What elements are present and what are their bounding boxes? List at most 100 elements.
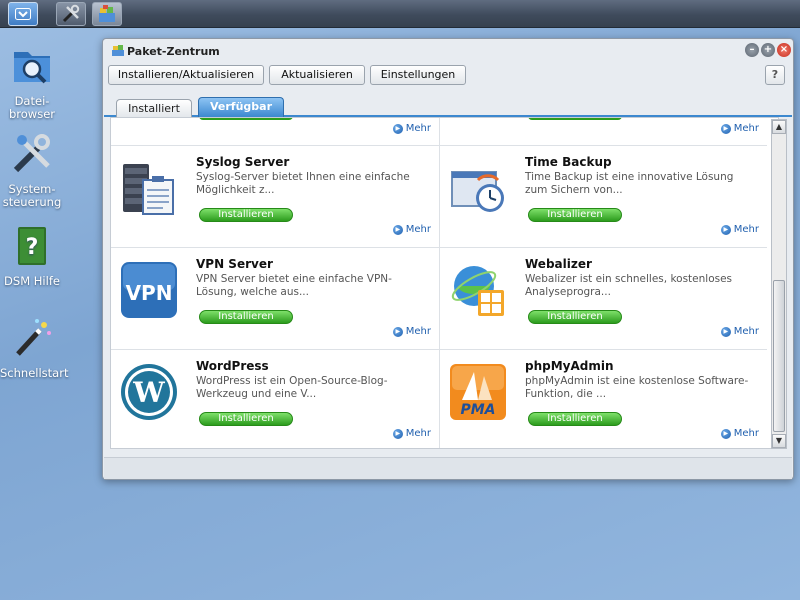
arrow-right-icon: ▶ bbox=[720, 428, 731, 439]
chevron-down-icon bbox=[15, 8, 31, 20]
more-label: Mehr bbox=[733, 326, 759, 337]
package-name: phpMyAdmin bbox=[525, 359, 614, 373]
package-description: VPN Server bietet eine einfache VPN-Lösu… bbox=[196, 273, 392, 298]
vertical-scrollbar[interactable]: ▲ ▼ bbox=[771, 119, 787, 449]
close-button[interactable]: × bbox=[777, 43, 791, 57]
vpn-server-icon: VPN bbox=[121, 262, 177, 318]
main-menu-button[interactable] bbox=[8, 2, 38, 26]
desktop-icon-file-browser[interactable]: Datei- browser bbox=[0, 44, 64, 121]
tools-icon bbox=[13, 134, 50, 173]
help-button[interactable]: ? bbox=[765, 65, 785, 85]
more-link[interactable]: ▶ Mehr bbox=[720, 224, 759, 235]
tab-bar: Installiert Verfügbar bbox=[104, 95, 792, 117]
package-name: WordPress bbox=[196, 359, 269, 373]
update-button[interactable]: Aktualisieren bbox=[269, 65, 365, 85]
tools-icon bbox=[62, 4, 80, 23]
package-center-window: Paket-Zentrum – + × Installieren/Aktuali… bbox=[102, 38, 794, 480]
more-label: Mehr bbox=[733, 428, 759, 439]
package-description: WordPress ist ein Open-Source-Blog-Werkz… bbox=[196, 375, 388, 400]
time-backup-icon bbox=[451, 171, 504, 212]
tab-installed[interactable]: Installiert bbox=[116, 99, 192, 117]
more-link[interactable]: ▶ Mehr bbox=[392, 123, 431, 134]
arrow-right-icon: ▶ bbox=[392, 123, 403, 134]
install-update-button[interactable]: Installieren/Aktualisieren bbox=[108, 65, 264, 85]
help-book-icon: ? bbox=[18, 227, 46, 265]
desktop-icon-dsm-help[interactable]: ? DSM Hilfe bbox=[0, 224, 64, 288]
package-center-icon bbox=[99, 5, 115, 22]
install-button-partial bbox=[199, 118, 293, 120]
package-item: Time Backup Time Backup ist eine innovat… bbox=[439, 146, 767, 248]
package-item: PMA phpMyAdmin phpMyAdmin ist eine koste… bbox=[439, 350, 767, 448]
arrow-right-icon: ▶ bbox=[720, 326, 731, 337]
arrow-right-icon: ▶ bbox=[392, 428, 403, 439]
minimize-button[interactable]: – bbox=[745, 43, 759, 57]
settings-button[interactable]: Einstellungen bbox=[370, 65, 466, 85]
list-item-partial: ▶ Mehr bbox=[439, 118, 767, 146]
package-list: ▶ Mehr ▶ Mehr Syslog Server Syslog-Serve… bbox=[110, 117, 779, 449]
maximize-icon: + bbox=[763, 44, 773, 55]
desktop-icon-system-settings[interactable]: System- steuerung bbox=[0, 132, 64, 209]
more-link[interactable]: ▶ Mehr bbox=[392, 428, 431, 439]
desktop-icon-label: Datei- browser bbox=[8, 94, 55, 121]
webalizer-icon bbox=[451, 266, 504, 316]
more-label: Mehr bbox=[405, 123, 431, 134]
svg-text:W: W bbox=[132, 376, 165, 409]
more-label: Mehr bbox=[733, 224, 759, 235]
package-item: W WordPress WordPress ist ein Open-Sourc… bbox=[111, 350, 439, 448]
svg-text:VPN: VPN bbox=[126, 281, 173, 305]
list-item-partial: ▶ Mehr bbox=[111, 118, 439, 146]
package-item: Syslog Server Syslog-Server bietet Ihnen… bbox=[111, 146, 439, 248]
arrow-down-icon: ▼ bbox=[775, 436, 783, 445]
magic-wand-icon bbox=[16, 319, 51, 356]
more-link[interactable]: ▶ Mehr bbox=[392, 224, 431, 235]
syslog-server-icon bbox=[123, 164, 174, 215]
arrow-right-icon: ▶ bbox=[392, 326, 403, 337]
package-description: Webalizer ist ein schnelles, kostenloses… bbox=[525, 273, 733, 298]
package-name: VPN Server bbox=[196, 257, 273, 271]
package-description: Time Backup ist eine innovative Lösung z… bbox=[525, 171, 734, 196]
phpmyadmin-icon: PMA bbox=[450, 364, 506, 420]
more-link[interactable]: ▶ Mehr bbox=[392, 326, 431, 337]
install-button[interactable]: Installieren bbox=[199, 208, 293, 222]
svg-text:PMA: PMA bbox=[460, 402, 495, 418]
package-center-logo-icon bbox=[112, 45, 124, 56]
maximize-button[interactable]: + bbox=[761, 43, 775, 57]
more-label: Mehr bbox=[733, 123, 759, 134]
arrow-right-icon: ▶ bbox=[720, 123, 731, 134]
scroll-down-button[interactable]: ▼ bbox=[772, 434, 786, 448]
install-button[interactable]: Installieren bbox=[199, 412, 293, 426]
svg-text:?: ? bbox=[26, 235, 39, 260]
package-name: Webalizer bbox=[525, 257, 592, 271]
install-button-partial bbox=[528, 118, 622, 120]
scroll-up-button[interactable]: ▲ bbox=[772, 120, 786, 134]
package-name: Syslog Server bbox=[196, 155, 290, 169]
install-button[interactable]: Installieren bbox=[199, 310, 293, 324]
desktop-icon-label: System- steuerung bbox=[2, 182, 62, 209]
more-link[interactable]: ▶ Mehr bbox=[720, 123, 759, 134]
taskbar-system-settings-button[interactable] bbox=[56, 2, 86, 26]
package-item: VPN VPN Server VPN Server bietet eine ei… bbox=[111, 248, 439, 350]
window-title: Paket-Zentrum bbox=[127, 45, 220, 58]
package-item: Webalizer Webalizer ist ein schnelles, k… bbox=[439, 248, 767, 350]
more-label: Mehr bbox=[405, 428, 431, 439]
wordpress-icon: W bbox=[121, 364, 177, 420]
package-name: Time Backup bbox=[525, 155, 612, 169]
more-label: Mehr bbox=[405, 326, 431, 337]
scrollbar-thumb[interactable] bbox=[773, 280, 785, 432]
desktop-icon-quick-start[interactable]: Schnellstart bbox=[0, 316, 69, 380]
install-button[interactable]: Installieren bbox=[528, 208, 622, 222]
taskbar bbox=[0, 0, 800, 28]
more-link[interactable]: ▶ Mehr bbox=[720, 428, 759, 439]
desktop-icon-label: Schnellstart bbox=[0, 366, 69, 380]
arrow-up-icon: ▲ bbox=[775, 122, 783, 131]
install-button[interactable]: Installieren bbox=[528, 310, 622, 324]
taskbar-package-center-button[interactable] bbox=[92, 2, 122, 26]
package-description: Syslog-Server bietet Ihnen eine einfache… bbox=[196, 171, 410, 196]
folder-search-icon bbox=[14, 52, 50, 84]
arrow-right-icon: ▶ bbox=[392, 224, 403, 235]
install-button[interactable]: Installieren bbox=[528, 412, 622, 426]
tab-available[interactable]: Verfügbar bbox=[198, 97, 284, 117]
arrow-right-icon: ▶ bbox=[720, 224, 731, 235]
more-link[interactable]: ▶ Mehr bbox=[720, 326, 759, 337]
minimize-icon: – bbox=[749, 44, 755, 55]
